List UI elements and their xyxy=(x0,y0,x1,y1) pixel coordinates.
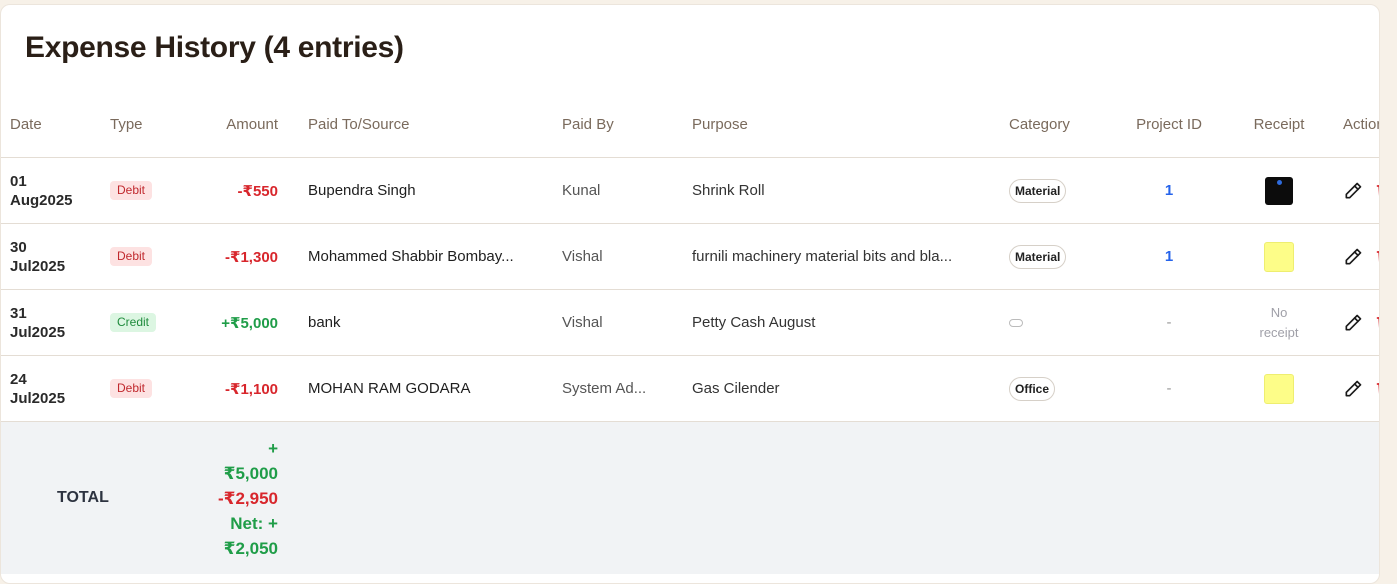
header-date[interactable]: Date xyxy=(1,91,110,158)
header-paid-by[interactable]: Paid By xyxy=(562,91,692,158)
row-date: 01 Aug2025 xyxy=(10,172,73,209)
table-row: 30 Jul2025 Debit -₹1,300 Mohammed Shabbi… xyxy=(1,223,1379,290)
row-amount: -₹550 xyxy=(237,182,278,200)
category-badge-empty xyxy=(1009,319,1023,327)
row-paid-by: Kunal xyxy=(562,182,601,199)
project-id-link[interactable]: 1 xyxy=(1165,248,1173,265)
category-badge: Material xyxy=(1009,244,1067,269)
table-row: 31 Jul2025 Credit +₹5,000 bank Vishal Pe… xyxy=(1,289,1379,356)
row-date: 30 Jul2025 xyxy=(10,238,66,275)
header-receipt: Receipt xyxy=(1229,91,1329,158)
expense-table: Date Type Amount Paid To/Source Paid By … xyxy=(1,91,1379,574)
row-amount: +₹5,000 xyxy=(221,314,278,332)
row-date: 31 Jul2025 xyxy=(10,304,66,341)
row-amount: -₹1,300 xyxy=(225,248,278,266)
row-amount: -₹1,100 xyxy=(225,380,278,398)
receipt-thumbnail[interactable] xyxy=(1264,373,1294,404)
row-purpose: Gas Cilender xyxy=(692,380,780,397)
trash-icon[interactable] xyxy=(1375,247,1379,267)
category-badge: Material xyxy=(1009,178,1067,203)
row-purpose: Petty Cash August xyxy=(692,314,816,331)
header-type[interactable]: Type xyxy=(110,91,162,158)
project-id-empty: - xyxy=(1166,380,1172,397)
header-paid-to[interactable]: Paid To/Source xyxy=(278,91,562,158)
type-badge: Debit xyxy=(110,247,153,266)
table-row: 24 Jul2025 Debit -₹1,100 MOHAN RAM GODAR… xyxy=(1,355,1379,422)
trash-icon[interactable] xyxy=(1375,181,1379,201)
no-receipt-text: No receipt xyxy=(1259,304,1299,340)
pencil-icon[interactable] xyxy=(1343,379,1363,399)
header-amount[interactable]: Amount xyxy=(162,91,278,158)
row-paid-to: Bupendra Singh xyxy=(308,182,416,199)
type-badge: Debit xyxy=(110,181,153,200)
row-date: 24 Jul2025 xyxy=(10,370,66,407)
category-badge: Office xyxy=(1009,376,1056,401)
row-purpose: Shrink Roll xyxy=(692,182,765,199)
row-paid-by: System Ad... xyxy=(562,380,647,397)
type-badge: Credit xyxy=(110,313,157,332)
table-row: 01 Aug2025 Debit -₹550 Bupendra Singh Ku… xyxy=(1,157,1379,224)
total-net: Net: + ₹2,050 xyxy=(223,513,278,558)
receipt-thumbnail[interactable] xyxy=(1265,176,1293,205)
type-badge: Debit xyxy=(110,379,153,398)
row-paid-to: Mohammed Shabbir Bombay... xyxy=(308,248,514,265)
project-id-empty: - xyxy=(1166,314,1172,331)
row-paid-by: Vishal xyxy=(562,248,603,265)
row-paid-to: MOHAN RAM GODARA xyxy=(308,380,471,397)
project-id-link[interactable]: 1 xyxy=(1165,182,1173,199)
header-purpose[interactable]: Purpose xyxy=(692,91,1009,158)
row-purpose: furnili machinery material bits and bla.… xyxy=(692,248,953,265)
receipt-thumbnail[interactable] xyxy=(1264,241,1294,272)
total-debit: -₹2,950 xyxy=(217,488,278,508)
total-credit: + ₹5,000 xyxy=(223,438,278,483)
pencil-icon[interactable] xyxy=(1343,313,1363,333)
table-header-row: Date Type Amount Paid To/Source Paid By … xyxy=(1,91,1379,158)
expense-history-card: Expense History (4 entries) Date Type Am… xyxy=(0,4,1380,584)
pencil-icon[interactable] xyxy=(1343,247,1363,267)
trash-icon[interactable] xyxy=(1375,379,1379,399)
row-paid-by: Vishal xyxy=(562,314,603,331)
header-actions: Actions xyxy=(1329,91,1379,158)
total-label: TOTAL xyxy=(57,489,109,506)
header-category[interactable]: Category xyxy=(1009,91,1109,158)
trash-icon[interactable] xyxy=(1375,313,1379,333)
row-paid-to: bank xyxy=(308,314,341,331)
total-row: TOTAL + ₹5,000 -₹2,950 Net: + ₹2,050 xyxy=(1,421,1379,574)
page-title: Expense History (4 entries) xyxy=(25,31,404,64)
header-project-id[interactable]: Project ID xyxy=(1109,91,1229,158)
pencil-icon[interactable] xyxy=(1343,181,1363,201)
